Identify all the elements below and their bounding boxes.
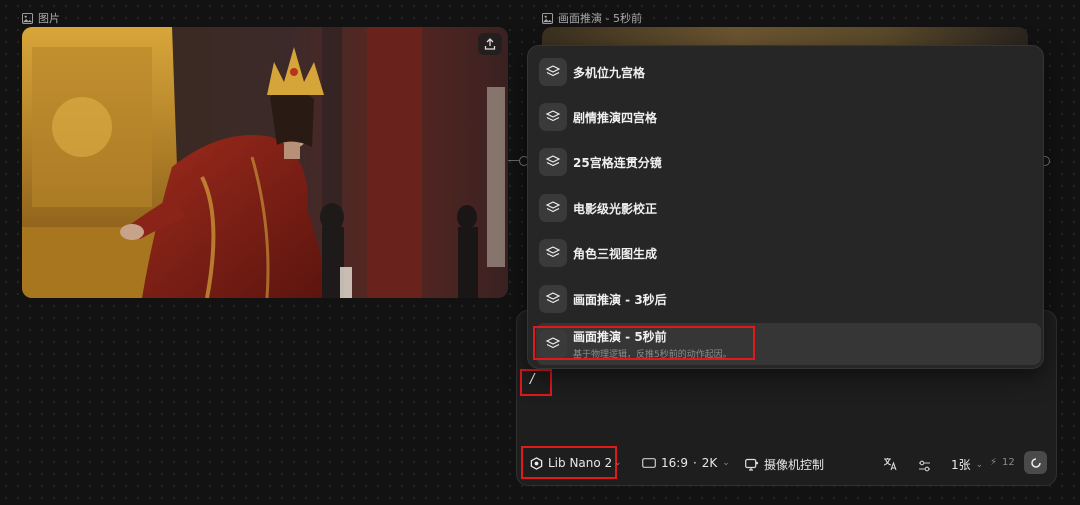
layers-icon — [539, 330, 567, 358]
menu-item-label: 25宫格连贯分镜 — [573, 155, 662, 170]
image-node-label: 图片 — [22, 10, 60, 26]
ratio-separator: · — [692, 456, 697, 470]
prompt-input-highlight — [520, 369, 552, 396]
refresh-icon — [1030, 457, 1041, 468]
credits-display: ⚡ 12 — [990, 457, 1015, 468]
camera-control-button[interactable]: 摄像机控制 — [745, 456, 824, 473]
upload-icon — [484, 38, 496, 50]
prompt-input[interactable]: / — [530, 372, 534, 387]
ratio-chevron-down-icon: ⌄ — [722, 458, 730, 468]
image-icon — [542, 12, 553, 24]
translate-icon[interactable] — [883, 456, 898, 475]
layers-icon — [539, 285, 567, 313]
menu-item[interactable]: 剧情推演四宫格 — [536, 97, 1041, 137]
aspect-ratio-icon — [642, 458, 656, 468]
resolution-value: 2K — [701, 456, 718, 470]
model-name: Lib Nano 2 — [548, 456, 613, 470]
menu-item-selected[interactable]: 画面推演 - 5秒前 基于物理逻辑，反推5秒前的动作起因。 — [536, 323, 1041, 365]
menu-item-label: 画面推演 - 5秒前 — [573, 330, 667, 344]
layers-icon — [539, 103, 567, 131]
image-icon — [22, 12, 33, 24]
menu-item[interactable]: 25宫格连贯分镜 — [536, 142, 1041, 182]
menu-item-label: 角色三视图生成 — [573, 246, 658, 261]
result-node-title: 画面推演 - 5秒前 — [558, 12, 642, 25]
layers-icon — [539, 58, 567, 86]
menu-item-label: 画面推演 - 3秒后 — [573, 292, 667, 307]
empress-image — [22, 27, 508, 298]
model-chevron-down-icon[interactable]: ⌄ — [614, 458, 622, 468]
ratio-value: 16:9 — [661, 456, 688, 470]
count-selector[interactable]: 1张 ⌄ — [951, 456, 983, 473]
menu-item-description: 基于物理逻辑，反推5秒前的动作起因。 — [573, 350, 732, 360]
count-chevron-down-icon: ⌄ — [975, 459, 984, 470]
upload-button[interactable] — [478, 33, 502, 55]
menu-item[interactable]: 画面推演 - 3秒后 — [536, 279, 1041, 319]
menu-item-label: 剧情推演四宫格 — [573, 110, 658, 125]
menu-item[interactable]: 多机位九宫格 — [536, 52, 1041, 92]
camera-icon — [745, 458, 759, 471]
ratio-selector[interactable]: 16:9 · 2K ⌄ — [642, 456, 730, 470]
layers-icon — [539, 148, 567, 176]
menu-item[interactable]: 角色三视图生成 — [536, 233, 1041, 273]
preset-menu: 多机位九宫格 剧情推演四宫格 25宫格连贯分镜 电影级光影校正 角色三视图生成 … — [527, 45, 1044, 369]
menu-item-label: 电影级光影校正 — [573, 201, 658, 216]
layers-icon — [539, 239, 567, 267]
generated-image[interactable] — [22, 27, 508, 298]
lightning-icon: ⚡ — [990, 457, 998, 468]
image-node-title: 图片 — [38, 12, 60, 25]
model-icon — [530, 456, 543, 470]
camera-control-label: 摄像机控制 — [764, 458, 825, 472]
menu-item-label: 多机位九宫格 — [573, 65, 646, 80]
layers-icon — [539, 194, 567, 222]
generate-button[interactable] — [1024, 451, 1047, 474]
count-value: 1张 — [951, 458, 971, 472]
settings-sliders-icon[interactable] — [918, 457, 931, 476]
credits-value: 12 — [1002, 457, 1015, 468]
menu-item[interactable]: 电影级光影校正 — [536, 188, 1041, 228]
model-selector[interactable]: Lib Nano 2 — [530, 456, 612, 470]
result-node-label: 画面推演 - 5秒前 — [542, 10, 642, 26]
